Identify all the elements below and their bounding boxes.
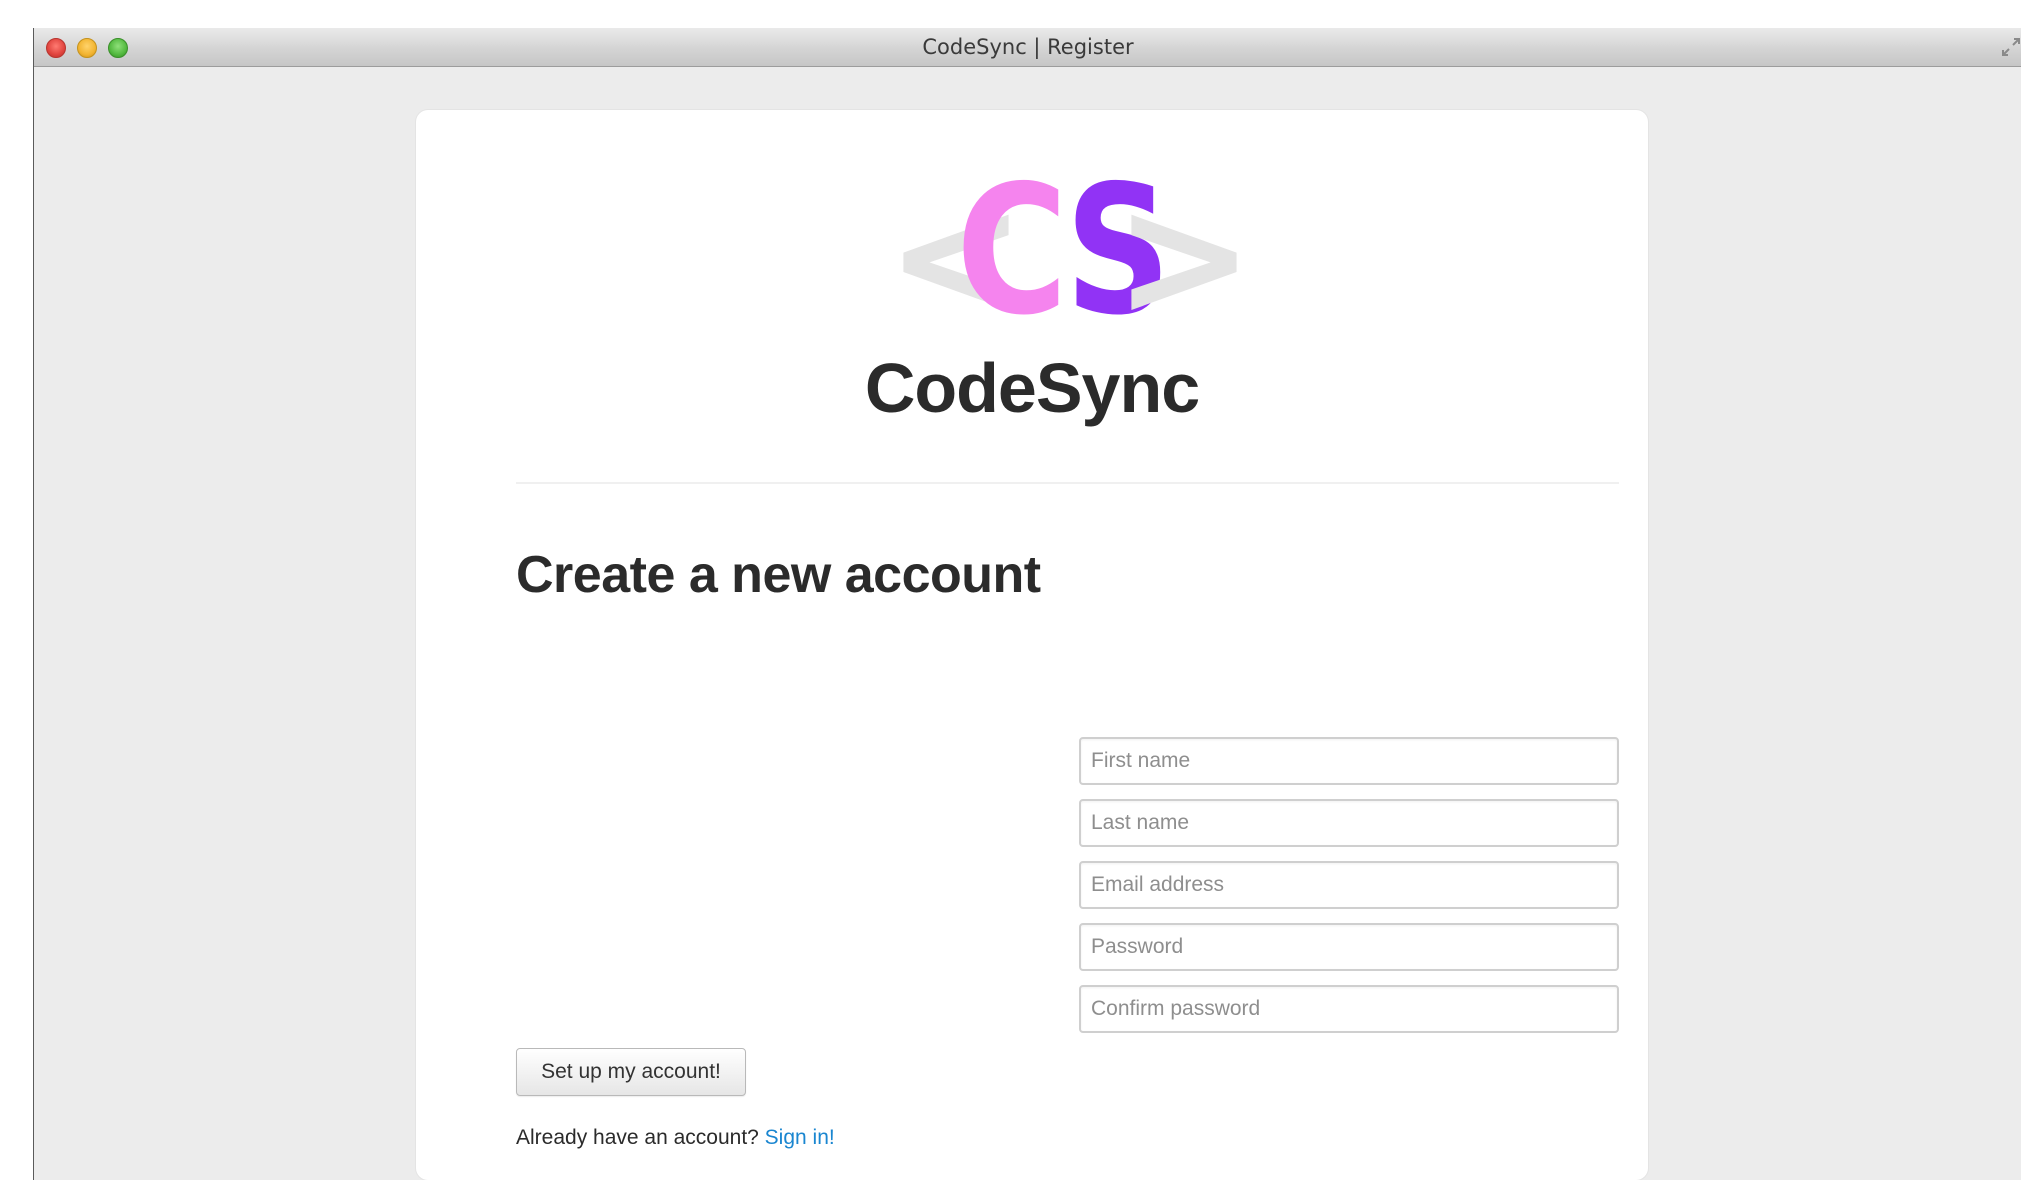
signin-row: Already have an account? Sign in! (516, 1126, 835, 1150)
first-name-input[interactable] (1079, 737, 1619, 785)
logo-right-bracket: > (1114, 160, 1255, 330)
last-name-input[interactable] (1079, 799, 1619, 847)
email-input[interactable] (1079, 861, 1619, 909)
confirm-password-input[interactable] (1079, 985, 1619, 1033)
window-title: CodeSync | Register (922, 35, 1134, 59)
register-card: < C S > CodeSync Create a new account Se… (416, 110, 1648, 1180)
codesync-logo: < C S > (886, 160, 1255, 330)
signin-link[interactable]: Sign in! (765, 1126, 835, 1149)
logo-letter-c: C (956, 160, 1068, 330)
fullscreen-icon[interactable] (2000, 36, 2021, 58)
title-bar[interactable]: CodeSync | Register (34, 28, 2021, 67)
password-input[interactable] (1079, 923, 1619, 971)
signin-prompt: Already have an account? (516, 1126, 765, 1149)
divider (516, 482, 1619, 484)
page-heading: Create a new account (516, 546, 1041, 604)
setup-account-button[interactable]: Set up my account! (516, 1048, 746, 1096)
app-name: CodeSync (864, 349, 1200, 427)
app-window: CodeSync | Register < C S > CodeSync Cre… (33, 28, 2021, 1180)
screen: CodeSync | Register < C S > CodeSync Cre… (0, 0, 2021, 1180)
